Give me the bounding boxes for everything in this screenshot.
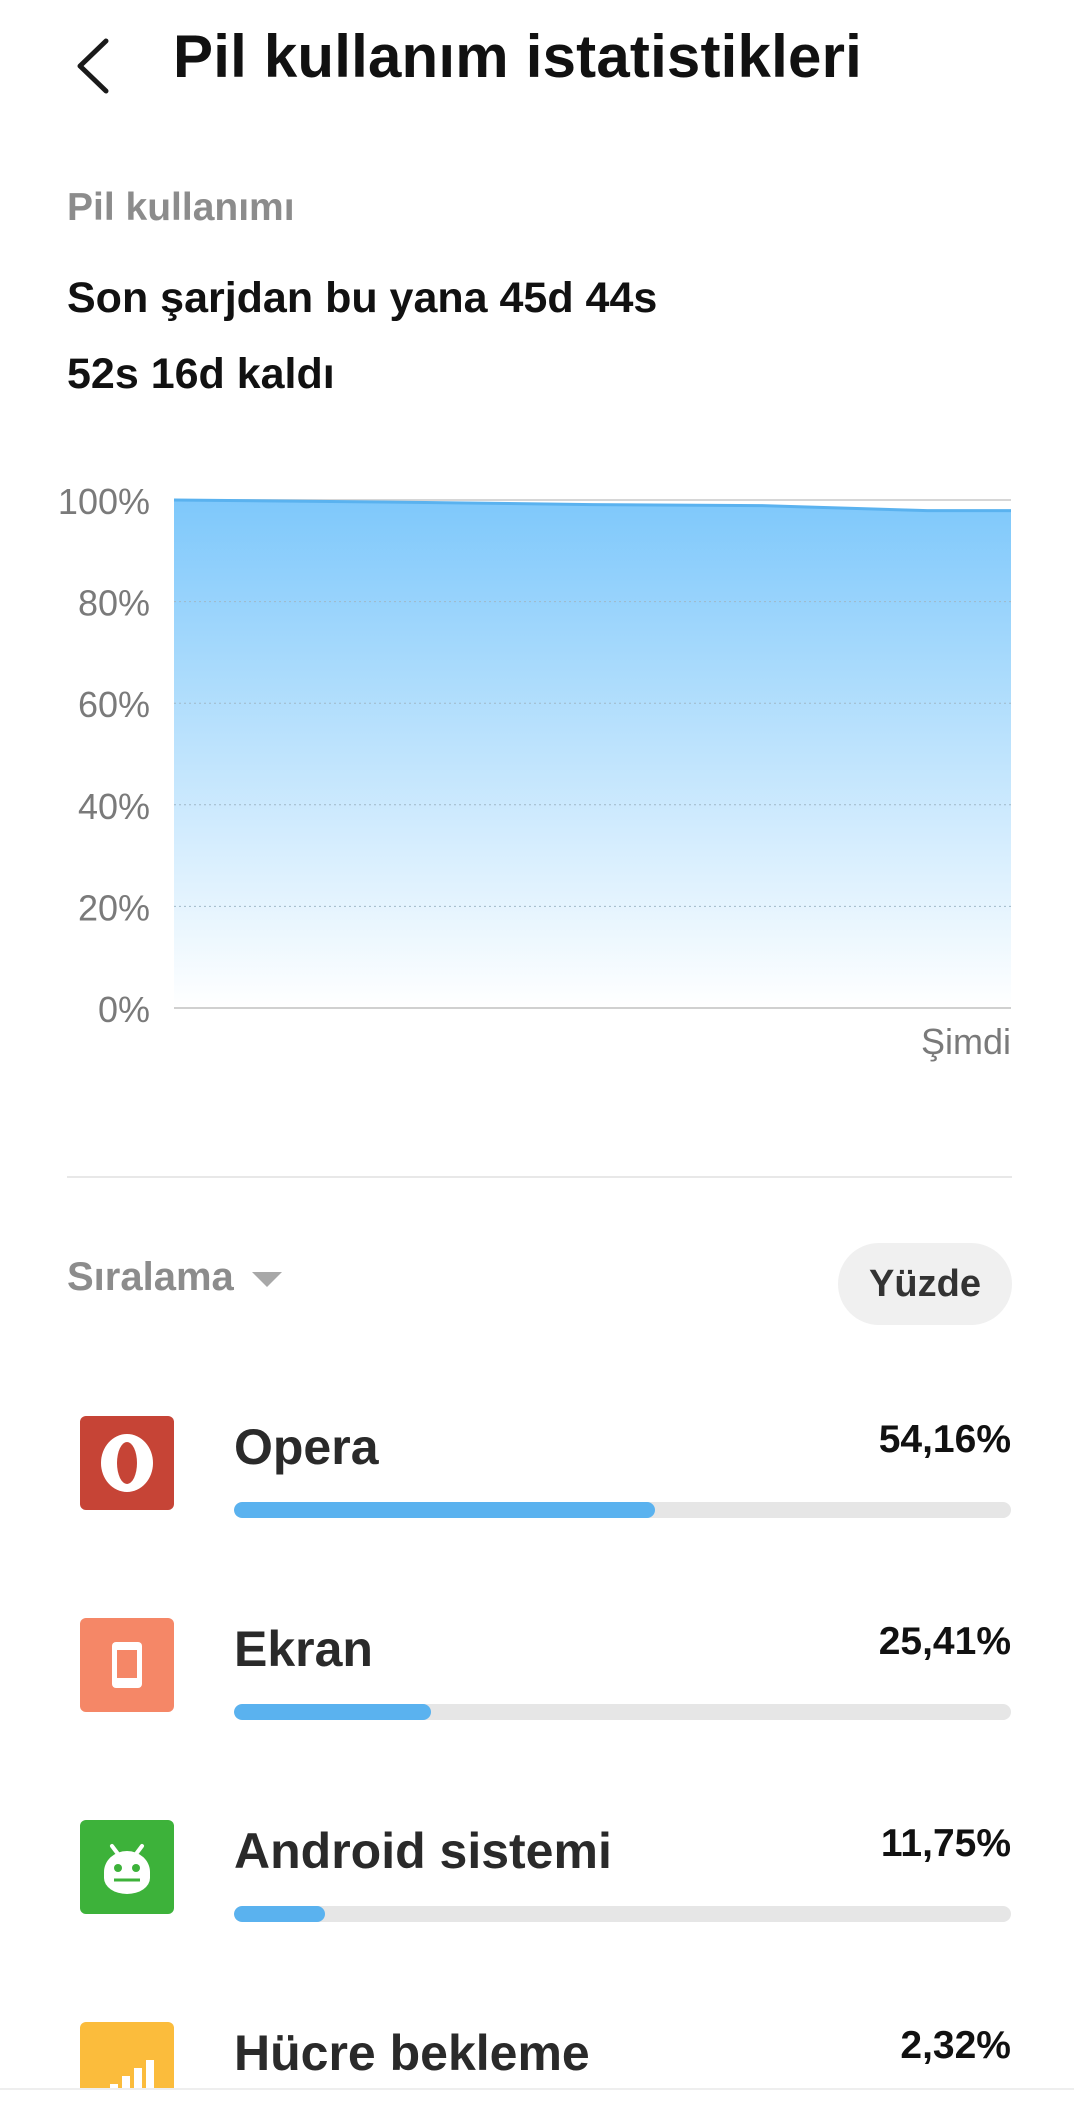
chevron-down-icon <box>251 1272 282 1287</box>
bottom-divider <box>0 2088 1074 2090</box>
app-header: Pil kullanım istatistikleri <box>0 0 1074 130</box>
app-name: Android sistemi <box>234 1823 612 1879</box>
cell-signal-icon <box>80 2022 174 2088</box>
page-title: Pil kullanım istatistikleri <box>173 23 862 90</box>
remaining-time-text: 52s 16d kaldı <box>67 350 335 398</box>
battery-level-chart: 100% 80% 60% 40% 20% 0% Şimdi <box>58 481 1011 1062</box>
app-percent: 54,16% <box>878 1418 1011 1461</box>
app-name: Hücre bekleme <box>234 2025 590 2081</box>
list-item-ekran[interactable]: Ekran 25,41% <box>0 1610 1074 1790</box>
sort-label: Sıralama <box>67 1255 234 1299</box>
battery-area <box>174 500 1011 1008</box>
percentage-mode-button[interactable]: Yüzde <box>838 1243 1012 1325</box>
app-percent: 11,75% <box>880 1822 1011 1865</box>
since-charge-text: Son şarjdan bu yana 45d 44s <box>67 274 658 322</box>
app-name: Ekran <box>234 1621 373 1677</box>
sort-dropdown[interactable]: Sıralama <box>67 1255 282 1300</box>
y-tick-label: 20% <box>78 887 150 928</box>
section-label: Pil kullanımı <box>67 186 295 229</box>
opera-icon <box>80 1416 174 1510</box>
list-item-cell-standby[interactable]: Hücre bekleme 2,32% <box>0 2014 1074 2088</box>
list-item-opera[interactable]: Opera 54,16% <box>0 1408 1074 1588</box>
app-name: Opera <box>234 1419 379 1475</box>
divider <box>67 1176 1012 1178</box>
android-icon <box>80 1820 174 1914</box>
back-arrow-icon <box>77 38 109 94</box>
y-tick-label: 0% <box>98 989 150 1030</box>
y-tick-label: 60% <box>78 684 150 725</box>
y-tick-label: 100% <box>58 481 150 522</box>
back-button[interactable] <box>62 28 122 104</box>
usage-bar <box>234 1704 1011 1720</box>
list-item-android-system[interactable]: Android sistemi 11,75% <box>0 1812 1074 1992</box>
usage-bar-fill <box>234 1704 432 1720</box>
usage-bar-fill <box>234 1502 655 1518</box>
screen-icon <box>80 1618 174 1712</box>
usage-bar-fill <box>234 1906 326 1922</box>
x-end-label: Şimdi <box>921 1021 1011 1062</box>
usage-bar <box>234 1906 1011 1922</box>
y-tick-label: 40% <box>78 786 150 827</box>
app-percent: 2,32% <box>900 2024 1011 2067</box>
app-percent: 25,41% <box>878 1620 1011 1663</box>
usage-bar <box>234 1502 1011 1518</box>
y-tick-label: 80% <box>78 583 150 624</box>
